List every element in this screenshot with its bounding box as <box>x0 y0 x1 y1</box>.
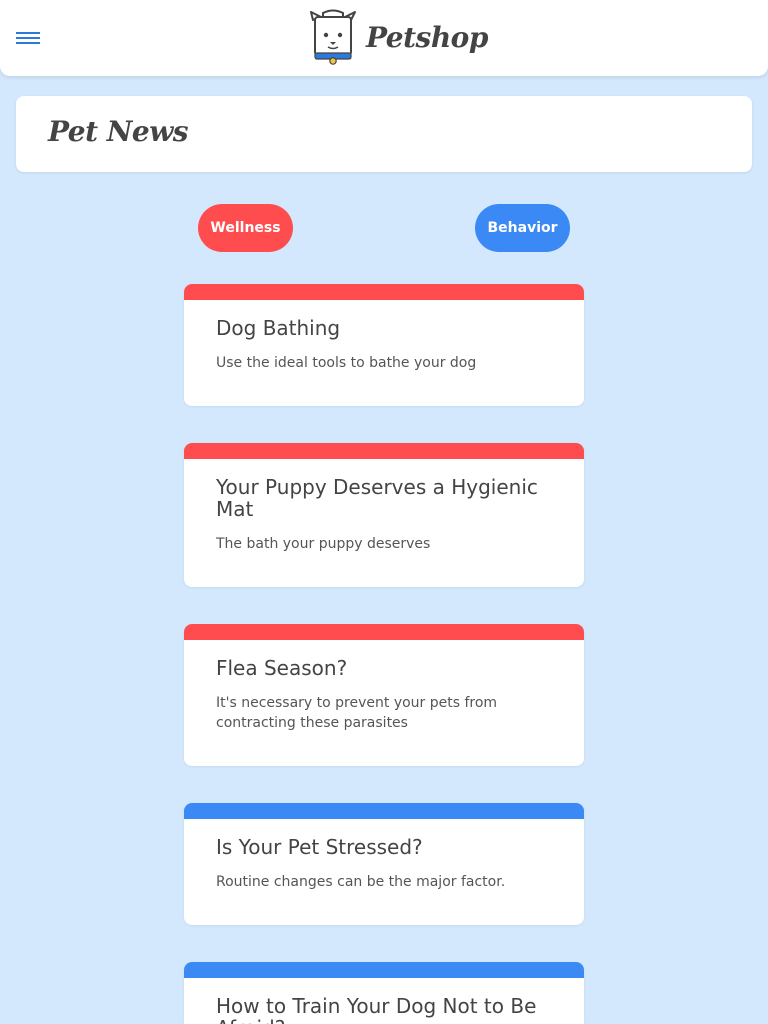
menu-line <box>16 37 40 39</box>
filter-wellness-button[interactable]: Wellness <box>198 204 293 252</box>
category-bar-wellness <box>184 443 584 459</box>
article-card[interactable]: Dog Bathing Use the ideal tools to bathe… <box>184 284 584 406</box>
category-bar-behavior <box>184 962 584 978</box>
article-card[interactable]: Flea Season? It's necessary to prevent y… <box>184 624 584 766</box>
brand-name: Petshop <box>366 21 488 54</box>
article-card[interactable]: Is Your Pet Stressed? Routine changes ca… <box>184 803 584 925</box>
top-app-bar: Petshop <box>0 0 768 76</box>
article-card[interactable]: Your Puppy Deserves a Hygienic Mat The b… <box>184 443 584 587</box>
menu-line <box>16 32 40 34</box>
menu-line <box>16 42 40 44</box>
article-title: Is Your Pet Stressed? <box>216 835 423 859</box>
hamburger-menu-button[interactable] <box>16 30 40 46</box>
article-description: Routine changes can be the major factor. <box>216 874 506 890</box>
article-title: How to Train Your Dog Not to Be Afraid? <box>216 994 537 1024</box>
article-description: It's necessary to prevent your pets from… <box>216 695 498 731</box>
article-description: The bath your puppy deserves <box>216 536 431 552</box>
dog-logo-icon <box>310 9 356 65</box>
article-title: Flea Season? <box>216 656 348 680</box>
page-title-card: Pet News <box>16 96 752 172</box>
filter-behavior-button[interactable]: Behavior <box>475 204 570 252</box>
article-card[interactable]: How to Train Your Dog Not to Be Afraid? <box>184 962 584 1024</box>
category-bar-wellness <box>184 284 584 300</box>
category-bar-wellness <box>184 624 584 640</box>
article-title: Dog Bathing <box>216 316 341 340</box>
article-description: Use the ideal tools to bathe your dog <box>216 355 477 371</box>
category-bar-behavior <box>184 803 584 819</box>
page-title: Pet News <box>48 115 189 148</box>
article-title: Your Puppy Deserves a Hygienic Mat <box>216 475 538 521</box>
